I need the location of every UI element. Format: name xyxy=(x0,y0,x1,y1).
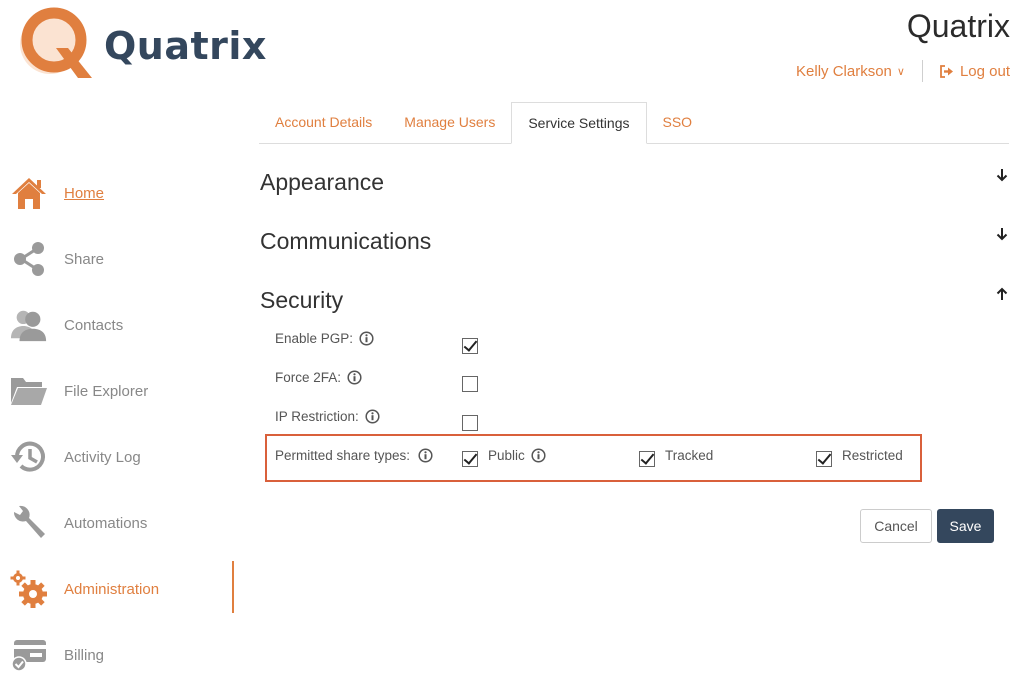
tab-sso[interactable]: SSO xyxy=(647,102,709,144)
info-icon[interactable] xyxy=(359,331,374,346)
arrow-down-icon[interactable] xyxy=(996,227,1008,241)
tab-manage-users[interactable]: Manage Users xyxy=(388,102,511,144)
info-icon[interactable] xyxy=(418,448,433,463)
logo-text: Quatrix xyxy=(104,24,267,68)
user-name: Kelly Clarkson xyxy=(796,62,892,80)
home-icon xyxy=(10,174,48,212)
enable-pgp-row-label: Enable PGP: xyxy=(275,331,374,346)
sidebar-item-automations[interactable]: Automations xyxy=(0,490,234,556)
sidebar-item-label: Automations xyxy=(64,514,148,532)
sidebar-item-file-explorer[interactable]: File Explorer xyxy=(0,358,234,424)
sidebar-item-administration[interactable]: Administration xyxy=(0,556,234,622)
share-type-restricted-label: Restricted xyxy=(842,448,903,463)
share-type-public-option: Public xyxy=(488,448,546,463)
user-menu[interactable]: Kelly Clarkson ∨ xyxy=(796,63,905,80)
sidebar-item-label: Billing xyxy=(64,646,105,664)
sidebar-item-contacts[interactable]: Contacts xyxy=(0,292,234,358)
arrow-down-icon[interactable] xyxy=(996,168,1008,182)
logout-link[interactable]: Log out xyxy=(940,63,1010,80)
force-2fa-label: Force 2FA: xyxy=(275,370,342,385)
share-types-row-label: Permitted share types: xyxy=(275,448,433,463)
ip-restriction-label: IP Restriction: xyxy=(275,409,359,424)
share-type-public-checkbox[interactable] xyxy=(462,451,478,467)
sidebar-item-label: Administration xyxy=(64,580,160,598)
share-type-public-label: Public xyxy=(488,448,525,463)
history-icon xyxy=(10,438,48,476)
section-communications-title[interactable]: Communications xyxy=(260,228,431,255)
sidebar-item-activity-log[interactable]: Activity Log xyxy=(0,424,234,490)
sidebar-item-label: File Explorer xyxy=(64,382,149,400)
settings-tabs: Account Details Manage Users Service Set… xyxy=(259,102,1009,144)
sidebar-item-home[interactable]: Home xyxy=(0,160,234,226)
share-type-restricted-checkbox[interactable] xyxy=(816,451,832,467)
ip-restriction-checkbox[interactable] xyxy=(462,415,478,431)
wrench-icon xyxy=(10,504,48,542)
contacts-icon xyxy=(10,306,48,344)
sidebar: Home Share Contacts File Explorer Activi… xyxy=(0,160,234,685)
gears-icon xyxy=(10,570,48,608)
sidebar-item-label: Share xyxy=(64,250,105,268)
info-icon[interactable] xyxy=(365,409,380,424)
logout-label: Log out xyxy=(959,62,1010,80)
chevron-down-icon: ∨ xyxy=(896,65,905,78)
cancel-button[interactable]: Cancel xyxy=(860,509,932,543)
header-divider xyxy=(921,60,923,82)
ip-restriction-row-label: IP Restriction: xyxy=(275,409,380,424)
brand-title: Quatrix xyxy=(906,8,1010,44)
sidebar-item-label: Contacts xyxy=(64,316,124,334)
section-security-title[interactable]: Security xyxy=(260,287,343,314)
share-types-label: Permitted share types: xyxy=(275,448,411,463)
folder-icon xyxy=(10,372,48,410)
arrow-up-icon[interactable] xyxy=(996,287,1008,301)
section-appearance-title[interactable]: Appearance xyxy=(260,169,384,196)
save-button[interactable]: Save xyxy=(937,509,994,543)
user-area: Kelly Clarkson ∨ Log out xyxy=(796,60,1010,82)
info-icon[interactable] xyxy=(347,370,362,385)
sidebar-item-label: Home xyxy=(64,184,105,202)
enable-pgp-label: Enable PGP: xyxy=(275,331,354,346)
enable-pgp-checkbox[interactable] xyxy=(462,338,478,354)
info-icon[interactable] xyxy=(531,448,546,463)
share-type-tracked-checkbox[interactable] xyxy=(639,451,655,467)
logo-q-icon xyxy=(20,7,92,78)
tab-account-details[interactable]: Account Details xyxy=(259,102,388,144)
billing-icon xyxy=(10,636,48,674)
sidebar-item-share[interactable]: Share xyxy=(0,226,234,292)
force-2fa-row-label: Force 2FA: xyxy=(275,370,362,385)
sidebar-item-label: Activity Log xyxy=(64,448,141,466)
share-type-tracked-label: Tracked xyxy=(665,448,714,463)
tab-service-settings[interactable]: Service Settings xyxy=(511,102,647,144)
force-2fa-checkbox[interactable] xyxy=(462,376,478,392)
sidebar-item-billing[interactable]: Billing xyxy=(0,622,234,685)
share-icon xyxy=(10,240,48,278)
logout-icon xyxy=(940,64,954,78)
quatrix-logo[interactable]: Quatrix xyxy=(16,6,266,80)
